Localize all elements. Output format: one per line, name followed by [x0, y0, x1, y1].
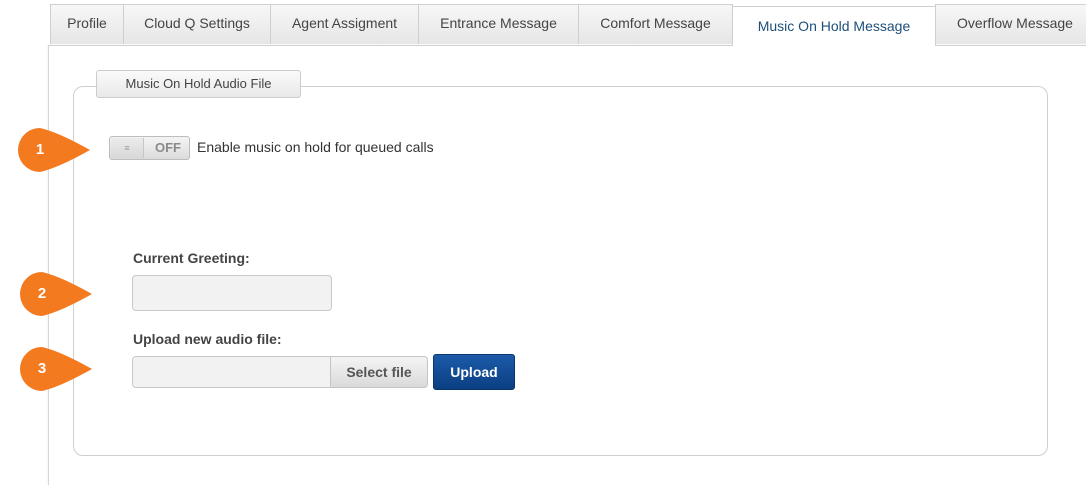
- toggle-grip-icon: ≡: [111, 138, 144, 158]
- current-greeting-field: [132, 275, 332, 311]
- tab-entrance-message[interactable]: Entrance Message: [418, 4, 579, 44]
- callout-number: 1: [35, 141, 45, 158]
- tab-profile[interactable]: Profile: [50, 4, 124, 44]
- callout-number: 3: [37, 360, 47, 377]
- upload-button[interactable]: Upload: [433, 354, 515, 390]
- tab-music-on-hold-message[interactable]: Music On Hold Message: [732, 6, 936, 46]
- upload-file-path-input[interactable]: [132, 356, 332, 388]
- select-file-button[interactable]: Select file: [330, 356, 428, 388]
- tab-comfort-message[interactable]: Comfort Message: [578, 4, 733, 44]
- callout-number: 2: [37, 285, 47, 302]
- callout-marker-1: 1: [18, 128, 90, 172]
- music-on-hold-toggle[interactable]: ≡ OFF: [109, 136, 190, 160]
- tab-overflow-message[interactable]: Overflow Message: [935, 4, 1086, 44]
- tab-agent-assigment[interactable]: Agent Assigment: [270, 4, 419, 44]
- tab-cloud-q-settings[interactable]: Cloud Q Settings: [123, 4, 271, 44]
- callout-marker-3: 3: [20, 347, 92, 391]
- toggle-state-label: OFF: [155, 140, 181, 155]
- fieldset-legend: Music On Hold Audio File: [96, 70, 301, 98]
- tab-bar: Profile Cloud Q Settings Agent Assigment…: [48, 0, 1086, 46]
- current-greeting-label: Current Greeting:: [133, 250, 250, 266]
- callout-marker-2: 2: [20, 272, 92, 316]
- toggle-description: Enable music on hold for queued calls: [197, 139, 434, 155]
- upload-file-label: Upload new audio file:: [133, 331, 282, 347]
